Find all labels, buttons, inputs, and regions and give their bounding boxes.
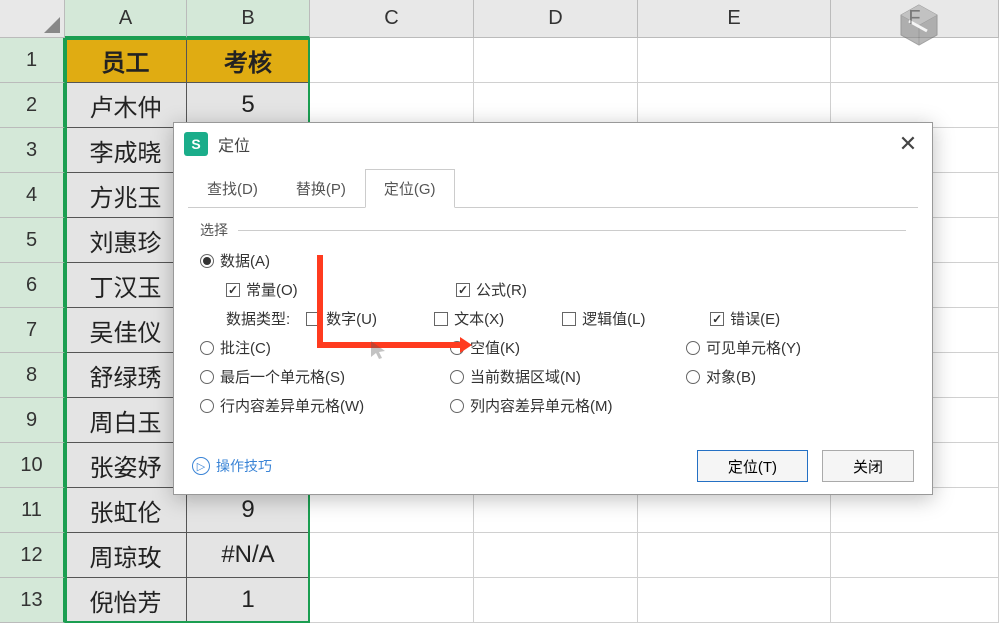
cell[interactable] xyxy=(831,578,999,623)
cell[interactable]: 1 xyxy=(187,578,310,623)
select-all-corner[interactable] xyxy=(0,0,65,38)
cell[interactable] xyxy=(474,533,638,578)
cell[interactable]: 丁汉玉 xyxy=(65,263,187,308)
checkbox-formula[interactable]: 公式(R) xyxy=(456,279,527,300)
app-icon: S xyxy=(184,132,208,156)
tab-find[interactable]: 查找(D) xyxy=(188,169,277,208)
tab-bar: 查找(D) 替换(P) 定位(G) xyxy=(174,169,932,208)
radio-blank[interactable]: 空值(K) xyxy=(450,337,686,358)
watermark-icon xyxy=(879,0,959,50)
cell[interactable]: 员工 xyxy=(65,38,187,83)
close-icon[interactable]: ✕ xyxy=(894,130,922,158)
checkbox-error[interactable]: 错误(E) xyxy=(710,308,780,329)
cell[interactable] xyxy=(831,533,999,578)
cell[interactable] xyxy=(310,38,474,83)
cell[interactable] xyxy=(474,38,638,83)
column-header[interactable]: D xyxy=(474,0,638,38)
column-header[interactable]: E xyxy=(638,0,831,38)
row-header[interactable]: 2 xyxy=(0,83,65,128)
row-header[interactable]: 10 xyxy=(0,443,65,488)
cell[interactable] xyxy=(310,578,474,623)
cell[interactable]: 周白玉 xyxy=(65,398,187,443)
column-header[interactable]: A xyxy=(65,0,187,38)
cell[interactable]: 方兆玉 xyxy=(65,173,187,218)
row-header[interactable]: 3 xyxy=(0,128,65,173)
row-header[interactable]: 7 xyxy=(0,308,65,353)
row-header[interactable]: 4 xyxy=(0,173,65,218)
row-header[interactable]: 8 xyxy=(0,353,65,398)
column-header[interactable]: B xyxy=(187,0,310,38)
radio-visible[interactable]: 可见单元格(Y) xyxy=(686,337,801,358)
cell[interactable]: 倪怡芳 xyxy=(65,578,187,623)
row-header[interactable]: 11 xyxy=(0,488,65,533)
dialog-titlebar[interactable]: S 定位 ✕ xyxy=(174,123,932,165)
data-type-label: 数据类型: xyxy=(226,308,290,329)
dialog-title: 定位 xyxy=(218,132,894,156)
radio-comment[interactable]: 批注(C) xyxy=(200,337,450,358)
cell[interactable]: 考核 xyxy=(187,38,310,83)
close-button[interactable]: 关闭 xyxy=(822,450,914,482)
checkbox-logic[interactable]: 逻辑值(L) xyxy=(562,308,710,329)
locate-button[interactable]: 定位(T) xyxy=(697,450,808,482)
radio-row-diff[interactable]: 行内容差异单元格(W) xyxy=(200,395,450,416)
tips-link[interactable]: ▷ 操作技巧 xyxy=(192,456,272,476)
radio-object[interactable]: 对象(B) xyxy=(686,366,756,387)
cell[interactable]: 李成晓 xyxy=(65,128,187,173)
goto-dialog: S 定位 ✕ 查找(D) 替换(P) 定位(G) 选择 数据(A) 常量(O) … xyxy=(173,122,933,495)
select-group-label: 选择 xyxy=(200,220,906,240)
cell[interactable]: 张虹伦 xyxy=(65,488,187,533)
column-header[interactable]: C xyxy=(310,0,474,38)
checkbox-number[interactable]: 数字(U) xyxy=(306,308,434,329)
row-header[interactable]: 12 xyxy=(0,533,65,578)
checkbox-constant[interactable]: 常量(O) xyxy=(226,279,456,300)
radio-last-cell[interactable]: 最后一个单元格(S) xyxy=(200,366,450,387)
play-icon: ▷ xyxy=(192,457,210,475)
cell[interactable]: 卢木仲 xyxy=(65,83,187,128)
row-header[interactable]: 1 xyxy=(0,38,65,83)
tab-goto[interactable]: 定位(G) xyxy=(365,169,455,208)
cell[interactable] xyxy=(474,578,638,623)
row-header[interactable]: 13 xyxy=(0,578,65,623)
cell[interactable]: #N/A xyxy=(187,533,310,578)
cell[interactable]: 刘惠珍 xyxy=(65,218,187,263)
cell[interactable]: 舒绿琇 xyxy=(65,353,187,398)
cell[interactable]: 周琼玫 xyxy=(65,533,187,578)
radio-current-region[interactable]: 当前数据区域(N) xyxy=(450,366,686,387)
cell[interactable] xyxy=(638,38,831,83)
checkbox-text[interactable]: 文本(X) xyxy=(434,308,562,329)
cell[interactable] xyxy=(310,533,474,578)
tab-replace[interactable]: 替换(P) xyxy=(277,169,365,208)
cell[interactable] xyxy=(638,533,831,578)
row-header[interactable]: 5 xyxy=(0,218,65,263)
radio-data[interactable]: 数据(A) xyxy=(200,250,270,271)
cell[interactable]: 张姿妤 xyxy=(65,443,187,488)
row-header[interactable]: 9 xyxy=(0,398,65,443)
cell[interactable] xyxy=(638,578,831,623)
row-header[interactable]: 6 xyxy=(0,263,65,308)
cell[interactable]: 吴佳仪 xyxy=(65,308,187,353)
radio-col-diff[interactable]: 列内容差异单元格(M) xyxy=(450,395,613,416)
